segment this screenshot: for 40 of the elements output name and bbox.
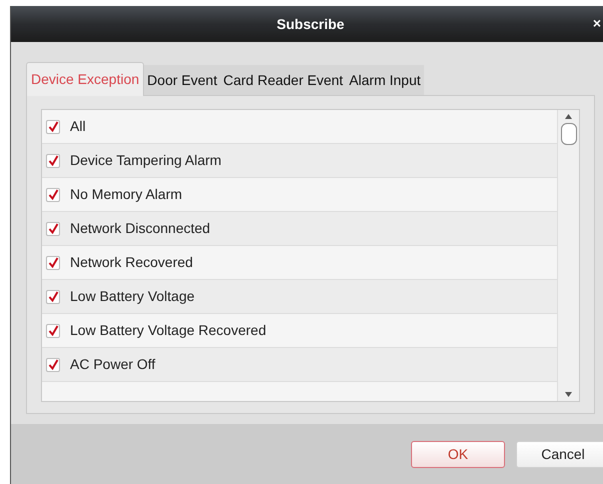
- scrollbar[interactable]: [557, 110, 579, 401]
- window-title: Subscribe: [276, 14, 344, 34]
- event-label: All: [70, 117, 86, 136]
- scroll-up-icon[interactable]: [565, 114, 572, 119]
- checkbox[interactable]: [46, 256, 60, 270]
- event-row[interactable]: Low Battery Voltage: [42, 280, 557, 314]
- checkmark-icon: [48, 257, 58, 268]
- event-label: AC Power Off: [70, 355, 156, 374]
- tab[interactable]: Card Reader Event: [220, 65, 346, 95]
- event-label: Network Disconnected: [70, 219, 210, 238]
- checkbox[interactable]: [46, 324, 60, 338]
- checkmark-icon: [48, 189, 58, 200]
- tab[interactable]: Device Exception: [26, 62, 144, 96]
- close-button[interactable]: ×: [592, 16, 601, 30]
- tab[interactable]: Alarm Input: [346, 65, 424, 95]
- checkmark-icon: [48, 325, 58, 336]
- checkmark-icon: [48, 121, 58, 132]
- checkbox[interactable]: [46, 188, 60, 202]
- ok-button[interactable]: OK: [411, 441, 505, 468]
- checkmark-icon: [48, 223, 58, 234]
- checkmark-icon: [48, 359, 58, 370]
- event-row[interactable]: Network Disconnected: [42, 212, 557, 246]
- checkbox[interactable]: [46, 222, 60, 236]
- cancel-button[interactable]: Cancel: [516, 441, 603, 468]
- checkbox[interactable]: [46, 358, 60, 372]
- scroll-thumb[interactable]: [560, 123, 576, 145]
- checkmark-icon: [48, 291, 58, 302]
- event-label: No Memory Alarm: [70, 185, 182, 204]
- checkbox[interactable]: [46, 290, 60, 304]
- event-label: Low Battery Voltage Recovered: [70, 321, 266, 340]
- event-label: Network Recovered: [70, 253, 193, 272]
- event-row[interactable]: Device Tampering Alarm: [42, 144, 557, 178]
- event-label: Device Tampering Alarm: [70, 151, 222, 170]
- event-label: Low Battery Voltage: [70, 287, 195, 306]
- event-row[interactable]: AC Power Off: [42, 348, 557, 382]
- checkmark-icon: [48, 155, 58, 166]
- checkbox[interactable]: [46, 154, 60, 168]
- tab[interactable]: Door Event: [144, 65, 220, 95]
- checkbox[interactable]: [46, 120, 60, 134]
- scroll-down-icon[interactable]: [565, 392, 572, 397]
